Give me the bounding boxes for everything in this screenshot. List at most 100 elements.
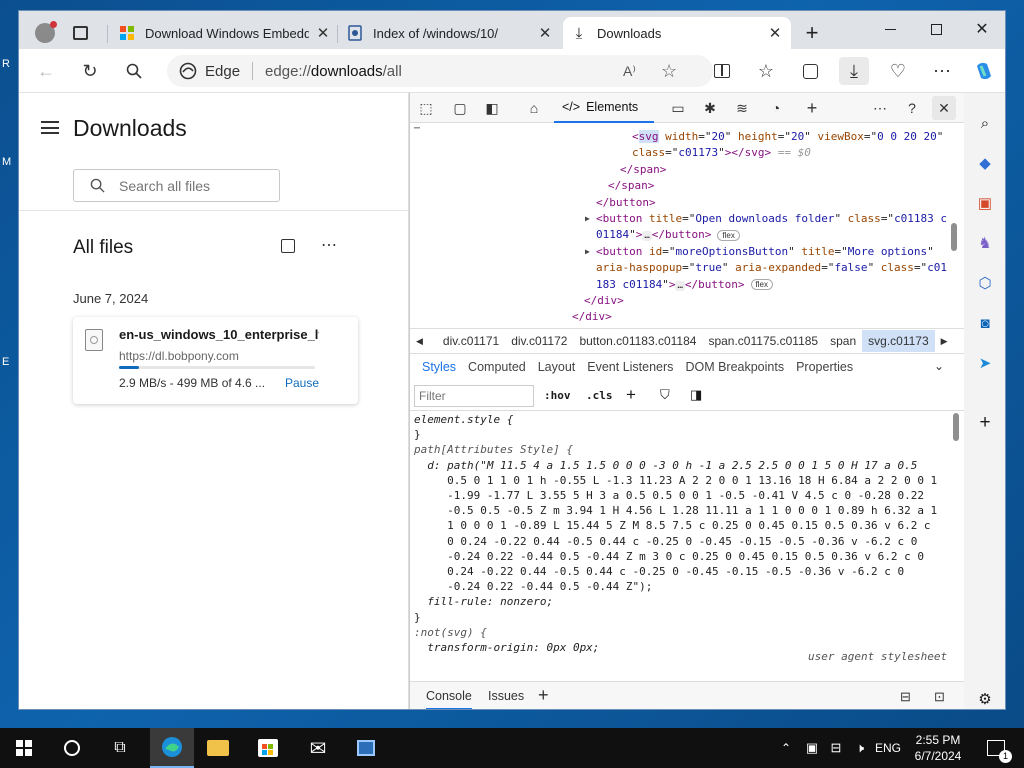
action-center-button[interactable]: 1 bbox=[982, 734, 1012, 763]
favorites-button[interactable]: ☆ bbox=[751, 57, 781, 85]
styles-tab[interactable]: DOM Breakpoints bbox=[679, 360, 790, 374]
style-rule-line[interactable]: 0.24 -0.22 0.44 -0.5 0.44 c -0.25 0 -0.4… bbox=[414, 565, 904, 579]
styles-filter-input[interactable] bbox=[414, 385, 534, 407]
dom-node-line[interactable]: </div> bbox=[572, 309, 612, 325]
taskbar-store[interactable] bbox=[254, 734, 282, 762]
search-input[interactable] bbox=[119, 177, 269, 194]
desktop-icon-label[interactable]: E bbox=[2, 356, 9, 368]
clock[interactable]: 2:55 PM 6/7/2024 bbox=[910, 732, 966, 764]
maximize-button[interactable] bbox=[913, 15, 959, 43]
style-rule-line[interactable]: :not(svg) { bbox=[414, 626, 487, 640]
drop-send-icon[interactable]: ➤ bbox=[975, 353, 995, 373]
task-view-button[interactable]: ⧉ bbox=[106, 734, 134, 762]
tab-download-windows-embedded[interactable]: Download Windows Embedded ✕ bbox=[111, 17, 339, 49]
volume-muted-icon[interactable]: 🕨 bbox=[846, 734, 874, 762]
chevron-down-icon[interactable]: ⌄ bbox=[934, 359, 944, 373]
favorite-star-icon[interactable]: ☆ bbox=[661, 61, 677, 82]
close-tab-icon[interactable]: ✕ bbox=[315, 24, 331, 42]
style-rule-line[interactable]: fill-rule: nonzero; bbox=[414, 595, 553, 609]
search-icon[interactable]: ⌕ bbox=[975, 113, 995, 133]
tab-actions-button[interactable] bbox=[65, 17, 103, 49]
style-rule-line[interactable]: 0 0.24 -0.22 0.44 -0.5 0.44 c -0.25 0 -0… bbox=[414, 535, 917, 549]
back-button[interactable]: ← bbox=[31, 57, 61, 85]
address-bar[interactable]: Edge edge://downloads/all A⁾ ☆ bbox=[167, 55, 713, 87]
taskbar-file-explorer[interactable] bbox=[204, 734, 232, 762]
edge-site-identity[interactable]: Edge bbox=[179, 62, 240, 80]
welcome-home-icon[interactable]: ⌂ bbox=[522, 96, 546, 120]
element-state-paint-icon[interactable]: ⛉ bbox=[660, 387, 670, 403]
minimize-button[interactable] bbox=[867, 15, 913, 43]
taskbar-edge[interactable] bbox=[150, 728, 194, 768]
tab-issues[interactable]: Issues bbox=[488, 689, 524, 703]
device-emulation-icon[interactable]: ▢ bbox=[448, 96, 472, 120]
breadcrumb-item[interactable]: span.c01175.c01185 bbox=[702, 334, 824, 348]
taskbar-mail[interactable]: ✉ bbox=[304, 734, 332, 762]
close-devtools-icon[interactable]: ✕ bbox=[932, 96, 956, 120]
network-wifi-icon[interactable]: ≋ bbox=[730, 96, 754, 120]
add-sidebar-app-icon[interactable]: + bbox=[975, 412, 995, 433]
download-filename[interactable]: en-us_windows_10_enterprise_ltsc bbox=[119, 327, 319, 342]
dom-node-line[interactable]: 01184">… </button> flex bbox=[596, 227, 740, 244]
copilot-button[interactable] bbox=[969, 57, 999, 85]
cls-toggle[interactable]: .cls bbox=[586, 389, 613, 402]
close-window-button[interactable]: ✕ bbox=[959, 15, 1005, 43]
close-tab-icon[interactable]: ✕ bbox=[767, 24, 783, 42]
expand-arrow-icon[interactable]: ▶ bbox=[585, 211, 590, 227]
download-item-card[interactable]: en-us_windows_10_enterprise_ltsc https:/… bbox=[73, 317, 358, 404]
dom-node-line[interactable]: ▶ <button id="moreOptionsButton" title="M… bbox=[585, 244, 934, 260]
styles-tab[interactable]: Layout bbox=[532, 360, 582, 374]
tab-elements[interactable]: </> Elements bbox=[554, 93, 654, 123]
dock-drawer-icon[interactable]: ⊟ bbox=[900, 689, 911, 705]
dom-scrollbar[interactable] bbox=[951, 223, 957, 251]
styles-pane[interactable]: element.style {} path[Attributes Style] {… bbox=[410, 413, 950, 670]
search-taskbar-button[interactable] bbox=[58, 734, 86, 762]
outlook-icon[interactable]: ◙ bbox=[975, 313, 995, 333]
style-rule-line[interactable]: d: path("M 11.5 4 a 1.5 1.5 0 0 0 -3 0 h… bbox=[414, 459, 917, 473]
inspect-element-icon[interactable]: ⬚ bbox=[414, 96, 438, 120]
desktop-icon-label[interactable]: M bbox=[2, 156, 11, 168]
dom-node-line[interactable]: <svg width="20" height="20" viewBox="0 0… bbox=[632, 129, 943, 145]
dom-node-line[interactable]: </span> bbox=[620, 162, 666, 178]
styles-scrollbar[interactable] bbox=[953, 413, 959, 441]
style-rule-line[interactable]: path[Attributes Style] { bbox=[414, 443, 573, 457]
microsoft-365-icon[interactable]: ⬡ bbox=[975, 273, 995, 293]
sources-bug-icon[interactable]: ✱ bbox=[698, 96, 722, 120]
style-rule-line[interactable]: -1.99 -1.77 L 3.55 5 H 3 a 0.5 0.5 0 0 1… bbox=[414, 489, 924, 503]
search-downloads-box[interactable] bbox=[73, 169, 280, 202]
console-icon[interactable]: ▭ bbox=[666, 96, 690, 120]
breadcrumb-left-arrow-icon[interactable]: ◀ bbox=[410, 336, 429, 347]
expand-arrow-icon[interactable]: ▶ bbox=[585, 244, 590, 260]
styles-tab[interactable]: Computed bbox=[462, 360, 532, 374]
style-rule-line[interactable]: -0.24 0.22 -0.44 0.5 -0.44 Z"); bbox=[414, 580, 652, 594]
tab-console[interactable]: Console bbox=[426, 689, 472, 709]
styles-tab[interactable]: Event Listeners bbox=[581, 360, 679, 374]
tools-toolbox-icon[interactable]: ▣ bbox=[975, 193, 995, 213]
breadcrumb-item[interactable]: div.c01172 bbox=[505, 334, 573, 348]
browser-essentials-button[interactable]: ♡ bbox=[883, 57, 913, 85]
settings-more-button[interactable]: ⋯ bbox=[927, 57, 957, 85]
download-source[interactable]: https://dl.bobpony.com bbox=[119, 349, 239, 363]
desktop-icon-label[interactable]: R bbox=[2, 58, 10, 70]
dock-side-icon[interactable]: ◧ bbox=[480, 96, 504, 120]
style-rule-line[interactable]: element.style { bbox=[414, 413, 513, 427]
add-drawer-tab-icon[interactable]: + bbox=[538, 685, 549, 706]
new-tab-button[interactable]: + bbox=[797, 17, 827, 49]
games-icon[interactable]: ♞ bbox=[975, 233, 995, 253]
downloads-button[interactable]: ⤓ bbox=[839, 57, 869, 85]
dom-node-line[interactable]: aria-haspopup="true" aria-expanded="fals… bbox=[596, 260, 947, 276]
menu-hamburger-icon[interactable] bbox=[41, 121, 59, 134]
dom-node-line[interactable]: </span> bbox=[608, 178, 654, 194]
collections-button[interactable] bbox=[795, 57, 825, 85]
dom-node-line[interactable]: 183 c01184">… </button> flex bbox=[596, 277, 773, 294]
breadcrumb-item[interactable]: button.c01183.c01184 bbox=[573, 334, 702, 348]
style-rule-line[interactable]: 1 0 0 0 1 -0.89 L 15.44 5 Z M 8.5 7.5 c … bbox=[414, 519, 930, 533]
refresh-button[interactable]: ↻ bbox=[75, 57, 105, 85]
start-button[interactable] bbox=[10, 734, 38, 762]
language-indicator[interactable]: ENG bbox=[872, 734, 904, 762]
show-hidden-icons[interactable]: ⌃ bbox=[772, 734, 800, 762]
dom-node-line[interactable]: </div> bbox=[584, 293, 624, 309]
search-button[interactable] bbox=[119, 57, 149, 85]
style-rule-line[interactable]: transform-origin: 0px 0px; bbox=[414, 641, 599, 655]
close-drawer-icon[interactable]: ⊡ bbox=[934, 689, 945, 705]
more-tools-icon[interactable]: + bbox=[800, 96, 824, 120]
